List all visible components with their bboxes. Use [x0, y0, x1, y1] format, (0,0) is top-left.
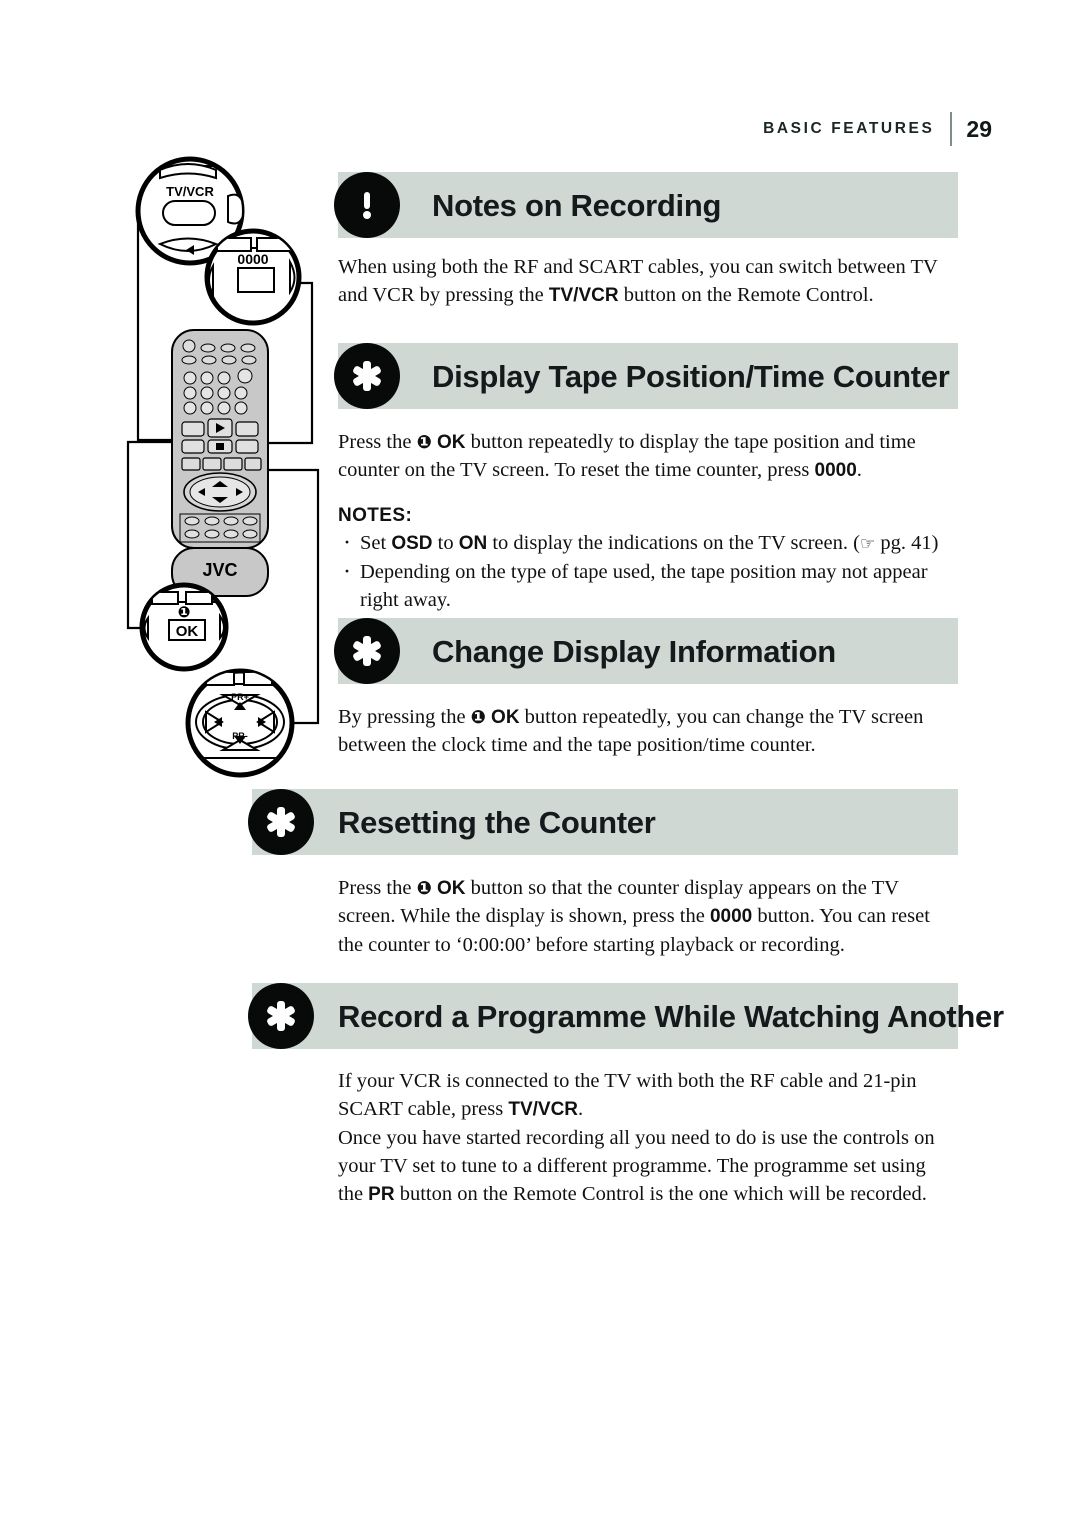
- paragraph: If your VCR is connected to the TV with …: [338, 1070, 935, 1206]
- note-item: Set OSD to ON to display the indications…: [338, 527, 950, 560]
- asterisk-icon: [334, 618, 400, 684]
- paragraph: By pressing the ❶ OK button repeatedly, …: [338, 706, 924, 757]
- section-title: Notes on Recording: [432, 187, 722, 223]
- section-title: Record a Programme While Watching Anothe…: [338, 998, 1004, 1034]
- section-banner: Change Display Information: [334, 618, 958, 684]
- section-body-notes-on-recording: When using both the RF and SCART cables,…: [338, 253, 950, 310]
- section-notes-on-recording: Notes on Recording: [334, 172, 958, 238]
- section-body-display-tape-position: Press the ❶ OK button repeatedly to disp…: [338, 428, 950, 616]
- section-body-resetting-the-counter: Press the ❶ OK button so that the counte…: [338, 874, 952, 959]
- section-display-tape-position: Display Tape Position/Time Counter: [334, 343, 958, 409]
- section-title: Change Display Information: [432, 633, 836, 669]
- section-banner: Notes on Recording: [334, 172, 958, 238]
- asterisk-icon: [248, 789, 314, 855]
- section-banner: Resetting the Counter: [248, 789, 958, 855]
- notes-heading: NOTES:: [338, 504, 413, 526]
- section-resetting-the-counter: Resetting the Counter: [248, 789, 958, 855]
- asterisk-icon: [248, 983, 314, 1049]
- content-column: Notes on Recording When using both the R…: [0, 0, 1080, 1528]
- asterisk-icon: [334, 343, 400, 409]
- section-title: Resetting the Counter: [338, 804, 656, 840]
- section-banner: Display Tape Position/Time Counter: [334, 343, 958, 409]
- section-record-a-programme: Record a Programme While Watching Anothe…: [248, 983, 1004, 1049]
- section-title: Display Tape Position/Time Counter: [432, 358, 950, 394]
- exclamation-icon: [334, 172, 400, 238]
- section-change-display-information: Change Display Information: [334, 618, 958, 684]
- section-body-record-a-programme: If your VCR is connected to the TV with …: [338, 1067, 952, 1208]
- notes-list: Set OSD to ON to display the indications…: [338, 527, 950, 615]
- section-banner: Record a Programme While Watching Anothe…: [248, 983, 1004, 1049]
- paragraph: Press the ❶ OK button repeatedly to disp…: [338, 431, 916, 482]
- section-body-change-display-information: By pressing the ❶ OK button repeatedly, …: [338, 703, 952, 760]
- paragraph: When using both the RF and SCART cables,…: [338, 256, 938, 307]
- paragraph: Press the ❶ OK button so that the counte…: [338, 877, 930, 956]
- note-item: Depending on the type of tape used, the …: [338, 556, 950, 615]
